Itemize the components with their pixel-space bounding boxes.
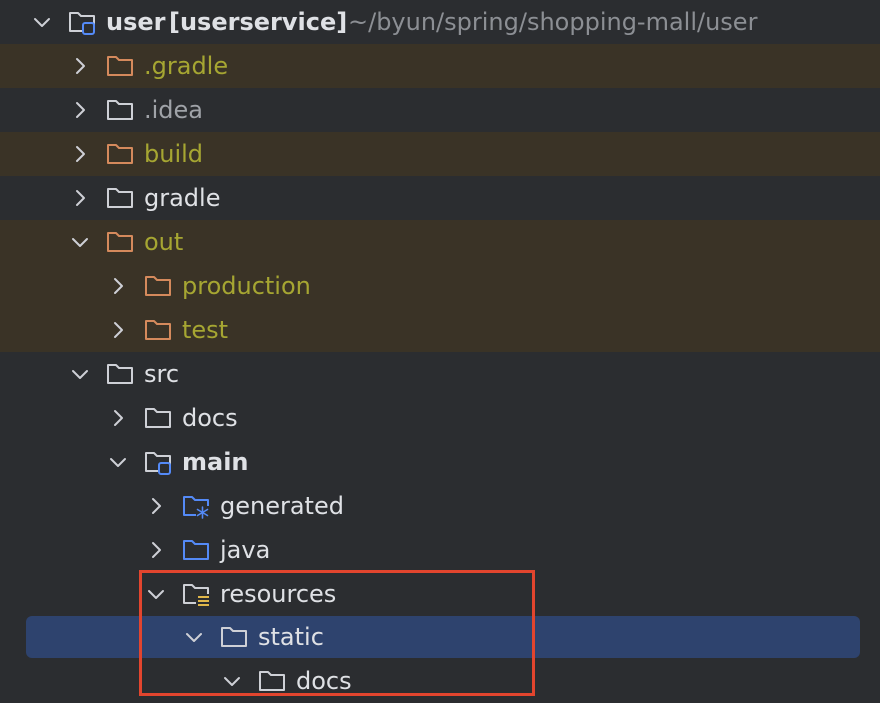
tree-row-main[interactable]: main [0,440,880,484]
tree-row-src[interactable]: src [0,352,880,396]
project-path: ~/byun/spring/shopping-mall/user [348,8,758,36]
tree-row-gradle-dir[interactable]: .gradle [0,44,880,88]
tree-row-docs[interactable]: docs [0,396,880,440]
folder-icon [107,364,133,384]
excluded-folder-icon [107,56,133,76]
tree-row-gradle[interactable]: gradle [0,176,880,220]
excluded-folder-icon [145,320,171,340]
project-name: user [106,8,166,36]
tree-row-label: .gradle [144,52,229,80]
chevron-right-icon[interactable] [68,142,92,166]
chevron-right-icon[interactable] [68,186,92,210]
excluded-folder-icon [107,144,133,164]
folder-icon [145,408,171,428]
tree-row-generated[interactable]: generated [0,484,880,528]
chevron-down-icon[interactable] [68,230,92,254]
module-folder-icon [69,12,95,35]
tree-row-label: out [144,228,184,256]
tree-row-build[interactable]: build [0,132,880,176]
tree-row-out[interactable]: out [0,220,880,264]
chevron-right-icon[interactable] [106,318,130,342]
chevron-right-icon[interactable] [106,406,130,430]
tree-row-label: .idea [144,96,204,124]
excluded-folder-icon [107,232,133,252]
generated-source-folder-icon [183,496,209,519]
tree-row-label: docs [182,404,238,432]
chevron-right-icon[interactable] [106,274,130,298]
folder-icon [107,100,133,120]
chevron-right-icon[interactable] [68,54,92,78]
chevron-right-icon[interactable] [144,538,168,562]
source-folder-icon [183,540,209,560]
tree-row-label: java [220,536,271,564]
tree-row-label: generated [220,492,344,520]
module-folder-icon [145,452,171,475]
excluded-folder-icon [145,276,171,296]
chevron-down-icon[interactable] [106,450,130,474]
tree-row-java[interactable]: java [0,528,880,572]
tree-row-label: src [144,360,180,388]
module-name: [userservice] [169,8,348,36]
tree-row-label: gradle [144,184,221,212]
tree-row-test[interactable]: test [0,308,880,352]
chevron-right-icon[interactable] [68,98,92,122]
tree-row-label: production [182,272,311,300]
tree-row-idea[interactable]: .idea [0,88,880,132]
chevron-down-icon[interactable] [30,10,54,34]
chevron-right-icon[interactable] [144,494,168,518]
folder-icon [107,188,133,208]
tree-row-production[interactable]: production [0,264,880,308]
tree-row-label: test [182,316,229,344]
tree-row-label: main [182,448,249,476]
tree-row-label: build [144,140,204,168]
project-tree: user [userservice] ~/byun/spring/shoppin… [0,0,880,698]
chevron-down-icon[interactable] [68,362,92,386]
tree-row-project-root[interactable]: user [userservice] ~/byun/spring/shoppin… [0,0,880,44]
annotation-highlight-box [139,570,535,696]
